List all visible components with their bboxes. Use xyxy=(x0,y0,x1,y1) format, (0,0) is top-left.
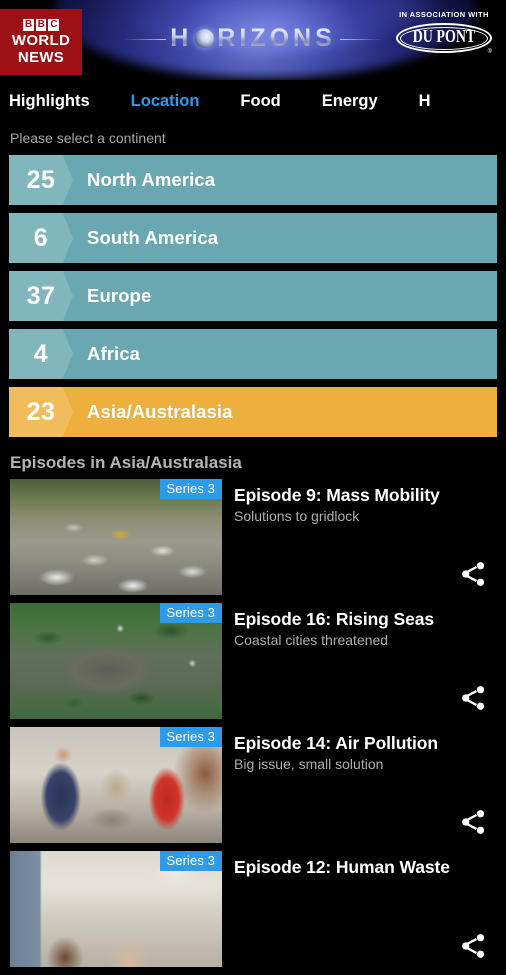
episode-row[interactable]: Series 3 Episode 12: Human Waste xyxy=(0,851,506,975)
continent-row-north-america[interactable]: 25 North America xyxy=(9,155,497,205)
bbc-world-news-logo: B B C WORLD NEWS xyxy=(0,9,82,75)
continent-count: 25 xyxy=(26,165,56,194)
share-icon[interactable] xyxy=(458,931,492,961)
continent-list: 25 North America 6 South America 37 Euro… xyxy=(0,155,506,437)
share-icon[interactable] xyxy=(458,683,492,713)
share-icon[interactable] xyxy=(458,559,492,589)
registered-mark: ® xyxy=(487,49,492,55)
dupont-oval-icon: DU PONT ® xyxy=(396,23,492,55)
episode-list: Series 3 Episode 9: Mass Mobility Soluti… xyxy=(0,479,506,975)
continent-label: South America xyxy=(87,227,219,248)
continent-row-asia-australasia[interactable]: 23 Asia/Australasia xyxy=(9,387,497,437)
episode-thumbnail[interactable]: Series 3 xyxy=(10,727,222,843)
episode-row[interactable]: Series 3 Episode 14: Air Pollution Big i… xyxy=(0,727,506,851)
share-icon[interactable] xyxy=(458,807,492,837)
bbc-letters: B B C xyxy=(22,18,60,31)
series-badge: Series 3 xyxy=(159,603,222,623)
episode-thumbnail[interactable]: Series 3 xyxy=(10,603,222,719)
episode-title: Episode 16: Rising Seas xyxy=(234,609,434,629)
episode-row[interactable]: Series 3 Episode 16: Rising Seas Coastal… xyxy=(0,603,506,727)
episode-title: Episode 14: Air Pollution xyxy=(234,733,438,753)
continent-count-badge: 25 xyxy=(9,155,73,205)
continent-prompt: Please select a continent xyxy=(0,122,506,155)
continent-label: Africa xyxy=(87,343,141,364)
tab-food[interactable]: Food xyxy=(240,92,280,111)
episode-thumbnail[interactable]: Series 3 xyxy=(10,479,222,595)
bbc-letter-2: B xyxy=(35,18,47,31)
episode-subtitle: Coastal cities threatened xyxy=(234,632,389,649)
episode-title: Episode 9: Mass Mobility xyxy=(234,485,440,505)
episode-thumbnail[interactable]: Series 3 xyxy=(10,851,222,967)
series-badge: Series 3 xyxy=(159,727,222,747)
continent-row-south-america[interactable]: 6 South America xyxy=(9,213,497,263)
episode-title: Episode 12: Human Waste xyxy=(234,857,450,877)
bbc-letter-1: B xyxy=(22,18,34,31)
tab-energy[interactable]: Energy xyxy=(322,92,378,111)
continent-count: 37 xyxy=(26,281,56,310)
series-badge: Series 3 xyxy=(159,479,222,499)
tab-location[interactable]: Location xyxy=(131,92,200,111)
continent-label: Asia/Australasia xyxy=(87,401,233,422)
sponsor-dupont-logo: IN ASSOCIATION WITH DU PONT ® xyxy=(390,10,498,55)
dupont-brand-text: DU PONT xyxy=(412,28,476,47)
app-header-banner: B B C WORLD NEWS HRIZONS IN ASSOCIATION … xyxy=(0,0,506,80)
continent-label: Europe xyxy=(87,285,152,306)
tab-highlights[interactable]: Highlights xyxy=(9,92,90,111)
series-badge: Series 3 xyxy=(159,851,222,871)
section-tab-bar[interactable]: Highlights Location Food Energy H xyxy=(0,80,506,122)
continent-count-badge: 4 xyxy=(9,329,73,379)
bbc-world-text: WORLD xyxy=(11,31,71,49)
episode-subtitle: Big issue, small solution xyxy=(234,756,384,773)
episode-subtitle: Solutions to gridlock xyxy=(234,508,360,525)
bbc-news-text: NEWS xyxy=(17,49,65,66)
sponsor-assoc-label: IN ASSOCIATION WITH xyxy=(399,10,489,19)
episode-row[interactable]: Series 3 Episode 9: Mass Mobility Soluti… xyxy=(0,479,506,603)
continent-count: 23 xyxy=(26,397,56,426)
continent-count-badge: 37 xyxy=(9,271,73,321)
continent-count-badge: 6 xyxy=(9,213,73,263)
continent-label: North America xyxy=(87,169,216,190)
bbc-letter-3: C xyxy=(48,18,60,31)
tab-partial-next[interactable]: H xyxy=(419,92,431,111)
continent-count: 4 xyxy=(33,339,49,368)
continent-count-badge: 23 xyxy=(9,387,73,437)
continent-row-africa[interactable]: 4 Africa xyxy=(9,329,497,379)
continent-row-europe[interactable]: 37 Europe xyxy=(9,271,497,321)
continent-count: 6 xyxy=(33,223,49,252)
episodes-heading: Episodes in Asia/Australasia xyxy=(10,453,242,472)
